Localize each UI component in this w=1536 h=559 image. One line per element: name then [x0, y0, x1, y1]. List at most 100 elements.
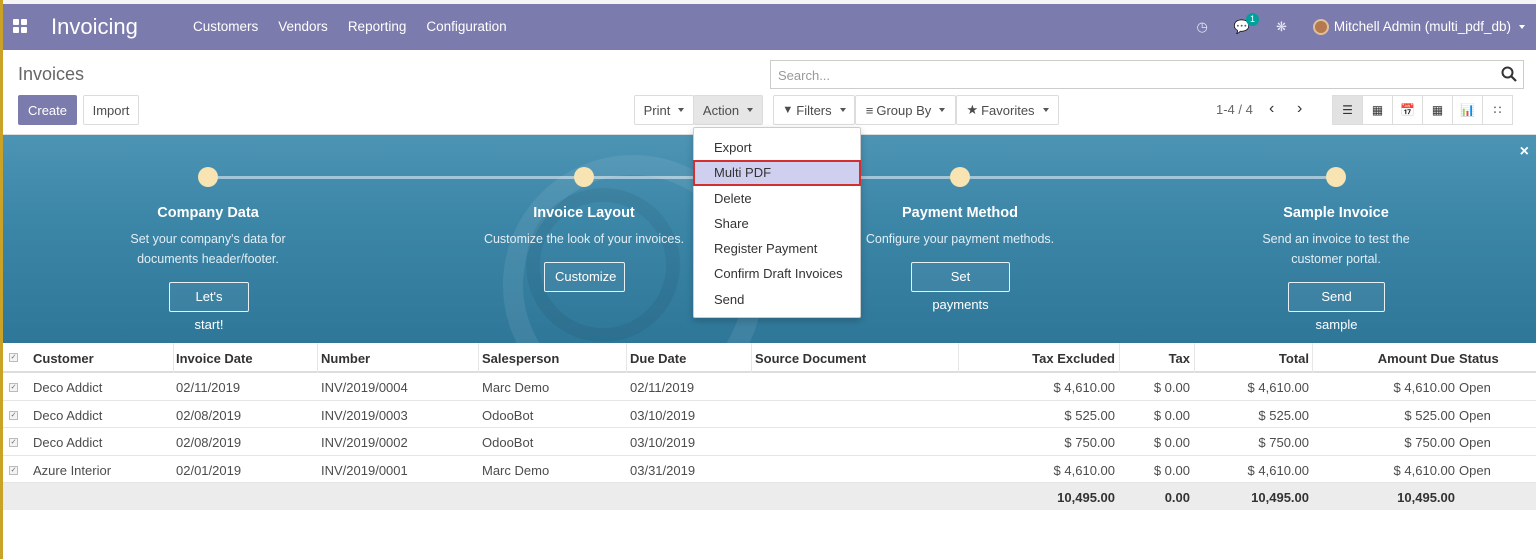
create-label: Create — [27, 102, 68, 118]
chat-icon[interactable]: 💬 1 — [1234, 13, 1260, 35]
menu-item-delete[interactable]: Delete — [694, 186, 860, 211]
menu-customers[interactable]: Customers — [193, 19, 258, 34]
col-source-document[interactable]: Source Document — [755, 351, 866, 366]
col-tax[interactable]: Tax — [1169, 351, 1190, 366]
kanban-view-icon[interactable]: ▦ — [1362, 95, 1393, 125]
step-dot — [574, 167, 594, 187]
col-customer[interactable]: Customer — [33, 351, 94, 366]
step-title: Invoice Layout — [533, 205, 635, 221]
pivot-view-icon[interactable]: ▦ — [1422, 95, 1453, 125]
col-status[interactable]: Status — [1459, 351, 1499, 366]
total-amount-due: 10,495.00 — [1397, 490, 1455, 505]
cell-due-date: 03/10/2019 — [630, 407, 696, 423]
cell-salesperson: Marc Demo — [482, 462, 550, 478]
control-panel: Invoices Create Import Print Action Sear… — [3, 50, 1536, 135]
chevron-down-icon — [678, 108, 685, 112]
action-dropdown-menu: Export Multi PDF Delete Share Register P… — [693, 127, 861, 318]
cell-customer: Azure Interior — [33, 462, 112, 478]
col-separator — [173, 343, 174, 373]
search-icon[interactable] — [1501, 66, 1517, 82]
chevron-down-icon — [839, 108, 846, 112]
send-sample-button[interactable]: Send sample — [1288, 282, 1385, 332]
cell-amount-due: $ 525.00 — [1404, 407, 1455, 423]
col-due-date[interactable]: Due Date — [630, 351, 686, 366]
print-button[interactable]: Print — [634, 95, 694, 125]
table-row[interactable]: ✓ Deco Addict 02/08/2019 INV/2019/0003 O… — [3, 401, 1536, 428]
col-number[interactable]: Number — [321, 351, 370, 366]
breadcrumb: Invoices — [18, 64, 85, 84]
cell-tax-excluded: $ 750.00 — [1064, 435, 1115, 450]
col-total[interactable]: Total — [1279, 351, 1309, 366]
activity-grid-view-icon[interactable]: ∷ — [1482, 95, 1513, 125]
menu-vendors[interactable]: Vendors — [278, 19, 328, 34]
lets-start-button[interactable]: Let's start! — [169, 282, 249, 332]
total-total: 10,495.00 — [1251, 490, 1309, 505]
menu-item-multi-pdf[interactable]: Multi PDF — [693, 160, 861, 186]
app-title: Invoicing — [51, 14, 138, 39]
favorites-button[interactable]: ★ Favorites — [956, 95, 1059, 125]
import-button[interactable]: Import — [83, 95, 139, 125]
apps-menu-icon[interactable] — [13, 19, 27, 33]
search-input[interactable]: Search... — [770, 60, 1524, 89]
pager-value[interactable]: 1-4 / 4 — [1216, 102, 1253, 117]
calendar-view-icon[interactable]: 📅 — [1392, 95, 1423, 125]
cell-amount-due: $ 750.00 — [1404, 435, 1455, 450]
step-title: Sample Invoice — [1283, 205, 1389, 221]
close-icon[interactable]: × — [1520, 143, 1529, 161]
menu-item-confirm-draft[interactable]: Confirm Draft Invoices — [694, 261, 860, 286]
set-payments-button[interactable]: Set payments — [911, 262, 1010, 312]
user-menu[interactable]: Mitchell Admin (multi_pdf_db) — [1312, 18, 1525, 36]
row-checkbox[interactable]: ✓ — [9, 383, 18, 392]
row-checkbox[interactable]: ✓ — [9, 438, 18, 447]
col-salesperson[interactable]: Salesperson — [482, 351, 559, 366]
step-desc: documents header/footer. — [137, 252, 279, 266]
action-button[interactable]: Action — [693, 95, 763, 125]
col-tax-excluded[interactable]: Tax Excluded — [1032, 351, 1115, 366]
filter-icon: ▼ — [782, 104, 794, 116]
customize-button[interactable]: Customize — [544, 262, 625, 292]
cell-tax-excluded: $ 4,610.00 — [1053, 380, 1115, 395]
menu-item-export[interactable]: Export — [694, 135, 860, 160]
menu-item-share[interactable]: Share — [694, 211, 860, 236]
import-label: Import — [92, 102, 130, 118]
menu-reporting[interactable]: Reporting — [348, 19, 407, 34]
cell-invoice-date: 02/08/2019 — [176, 407, 242, 423]
cell-invoice-date: 02/08/2019 — [176, 435, 242, 450]
graph-view-icon[interactable]: 📊 — [1452, 95, 1483, 125]
table-row[interactable]: ✓ Azure Interior 02/01/2019 INV/2019/000… — [3, 456, 1536, 483]
activity-clock-icon[interactable]: ◷ — [1196, 19, 1207, 35]
col-separator — [958, 343, 959, 373]
select-all-checkbox[interactable]: ✓ — [9, 353, 18, 362]
main-menu: Customers Vendors Reporting Configuratio… — [193, 19, 507, 34]
groupby-button[interactable]: ≡ Group By — [855, 95, 956, 125]
table-row[interactable]: ✓ Deco Addict 02/11/2019 INV/2019/0004 M… — [3, 373, 1536, 401]
view-switcher: ☰ ▦ 📅 ▦ 📊 ∷ — [1332, 95, 1513, 125]
create-button[interactable]: Create — [18, 95, 77, 125]
row-checkbox[interactable]: ✓ — [9, 465, 18, 475]
menu-item-register-payment[interactable]: Register Payment — [694, 236, 860, 261]
col-separator — [1194, 343, 1195, 373]
step-desc: customer portal. — [1291, 252, 1381, 266]
star-icon: ★ — [966, 102, 979, 117]
pager-next-icon[interactable]: › — [1297, 100, 1302, 118]
filters-button[interactable]: ▼ Filters — [773, 95, 855, 125]
cell-invoice-date: 02/11/2019 — [176, 380, 241, 395]
row-checkbox[interactable]: ✓ — [9, 410, 18, 420]
cell-number: INV/2019/0001 — [321, 462, 408, 478]
cell-salesperson: OdooBot — [482, 407, 534, 423]
step-sample-invoice: Sample Invoice Send an invoice to test t… — [1186, 205, 1486, 269]
col-amount-due[interactable]: Amount Due — [1378, 351, 1455, 366]
step-desc: Customize the look of your invoices. — [483, 232, 685, 246]
menu-configuration[interactable]: Configuration — [426, 19, 506, 34]
menu-item-send[interactable]: Send — [694, 287, 860, 312]
debug-bug-icon[interactable]: ❋ — [1276, 19, 1287, 35]
avatar — [1312, 19, 1329, 36]
col-invoice-date[interactable]: Invoice Date — [176, 351, 253, 366]
list-view-icon[interactable]: ☰ — [1332, 95, 1363, 125]
user-name: Mitchell Admin (multi_pdf_db) — [1333, 18, 1511, 34]
table-row[interactable]: ✓ Deco Addict 02/08/2019 INV/2019/0002 O… — [3, 428, 1536, 456]
total-tax: 0.00 — [1164, 490, 1190, 505]
step-dot — [1326, 167, 1346, 187]
cell-total: $ 750.00 — [1258, 435, 1309, 450]
pager-previous-icon[interactable]: ‹ — [1269, 100, 1274, 118]
